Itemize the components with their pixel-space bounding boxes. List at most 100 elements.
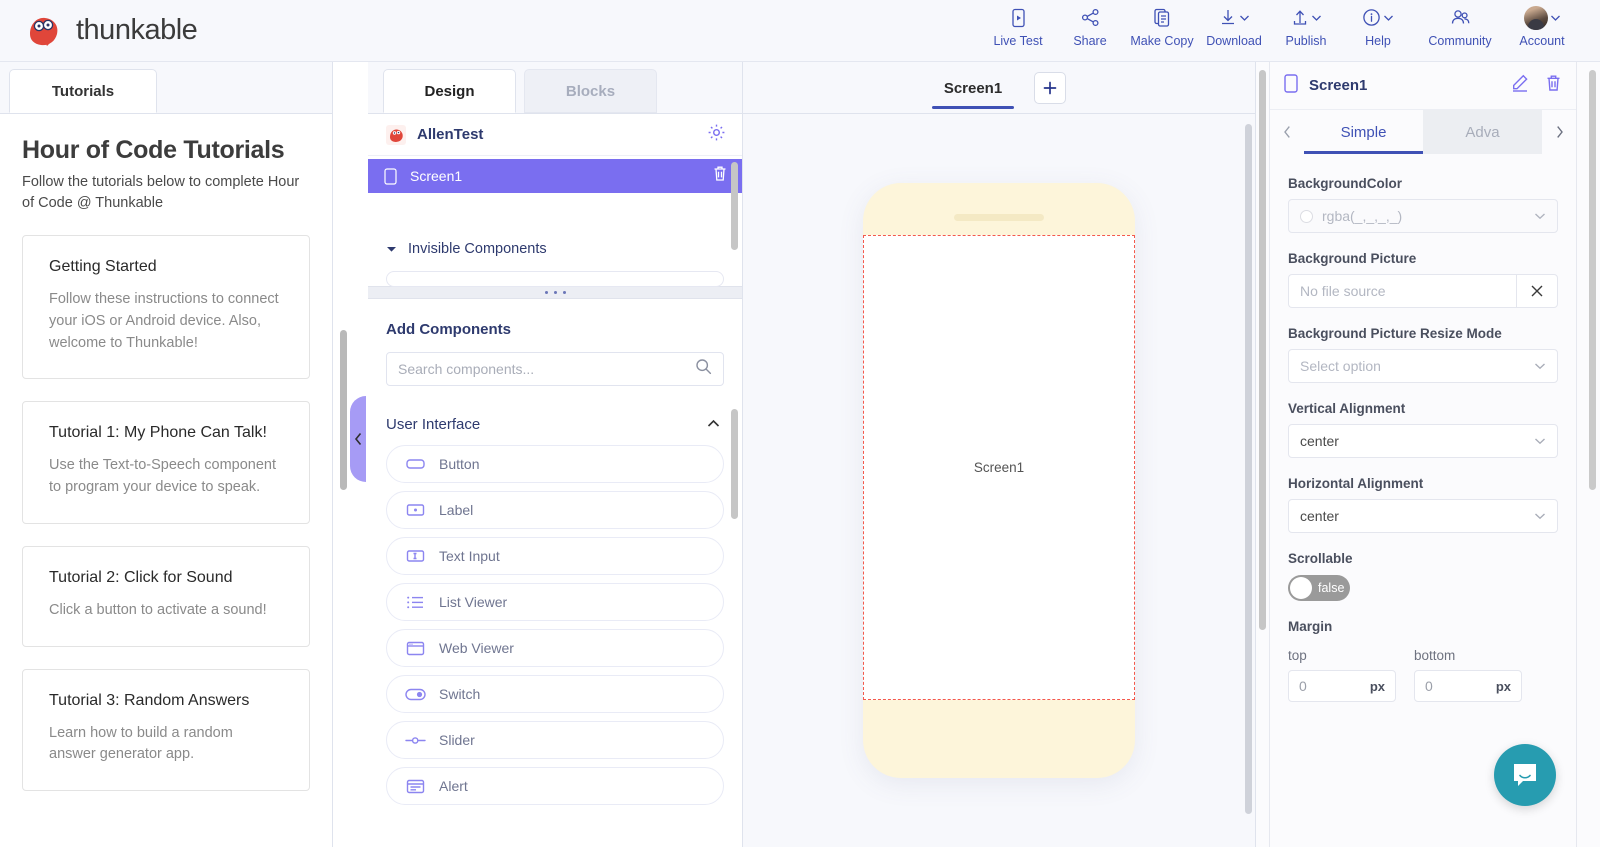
margin-bottom-input[interactable]: 0 px xyxy=(1414,670,1522,702)
color-swatch-icon xyxy=(1300,209,1313,223)
tab-advanced[interactable]: Adva xyxy=(1423,110,1542,154)
collapse-panel-handle[interactable] xyxy=(350,396,366,482)
component-item-switch[interactable]: Switch xyxy=(386,675,724,713)
phone-icon xyxy=(1284,73,1298,98)
properties-tabs: Simple Adva xyxy=(1270,110,1576,154)
component-item-button[interactable]: Button xyxy=(386,445,724,483)
toolbar-community[interactable]: Community xyxy=(1414,5,1506,48)
tutorial-card[interactable]: Getting Started Follow these instruction… xyxy=(22,235,310,380)
tree-scrollbar[interactable] xyxy=(731,162,738,250)
margin-bottom-value: 0 xyxy=(1425,678,1433,694)
invisible-components-toggle[interactable]: Invisible Components xyxy=(368,236,742,262)
phone-screen-area[interactable]: Screen1 xyxy=(863,235,1135,700)
component-item-label: Switch xyxy=(439,686,481,702)
properties-body: BackgroundColor rgba(_,_,_,_) Background… xyxy=(1270,154,1576,844)
component-item-label: Web Viewer xyxy=(439,640,514,656)
component-item-list-viewer[interactable]: List Viewer xyxy=(386,583,724,621)
scrollable-label: Scrollable xyxy=(1288,551,1353,566)
drag-dot-icon xyxy=(553,291,557,294)
toolbar-publish-label: Publish xyxy=(1285,33,1327,48)
delete-screen-icon[interactable] xyxy=(712,165,728,187)
component-item-text-input[interactable]: Text Input xyxy=(386,537,724,575)
component-item-slider[interactable]: Slider xyxy=(386,721,724,759)
project-row[interactable]: AllenTest xyxy=(368,114,742,156)
clear-background-picture-button[interactable] xyxy=(1516,274,1558,308)
tutorial-card-title: Tutorial 2: Click for Sound xyxy=(49,568,233,586)
component-item-label: Text Input xyxy=(439,548,500,564)
tab-blocks[interactable]: Blocks xyxy=(524,69,657,113)
brand-logo[interactable]: thunkable xyxy=(22,10,198,52)
search-components-box[interactable] xyxy=(386,352,724,386)
tutorial-card-title: Tutorial 1: My Phone Can Talk! xyxy=(49,424,267,442)
tutorial-card[interactable]: Tutorial 2: Click for Sound Click a butt… xyxy=(22,545,310,647)
toolbar-community-label: Community xyxy=(1428,33,1492,48)
margin-top-unit: px xyxy=(1369,678,1385,694)
toolbar-share[interactable]: Share xyxy=(1054,5,1126,48)
close-icon xyxy=(1531,285,1543,297)
brand-name: thunkable xyxy=(76,14,198,46)
add-components-section: Add Components User Interface Button xyxy=(368,299,742,839)
component-item-label: List Viewer xyxy=(439,594,508,610)
toolbar-make-copy[interactable]: Make Copy xyxy=(1126,5,1198,48)
toolbar-help[interactable]: Help xyxy=(1342,5,1414,48)
tab-tutorials[interactable]: Tutorials xyxy=(9,69,157,113)
margin-bottom-label: bottom xyxy=(1414,648,1456,663)
invisible-components-dropzone xyxy=(386,271,724,287)
button-icon xyxy=(404,457,426,471)
background-picture-field[interactable]: No file source xyxy=(1288,274,1558,308)
support-chat-button[interactable] xyxy=(1494,744,1556,806)
component-item-label: Slider xyxy=(439,732,475,748)
search-components-input[interactable] xyxy=(398,361,695,377)
screen-tab-screen1[interactable]: Screen1 xyxy=(931,66,1015,109)
tab-simple[interactable]: Simple xyxy=(1304,110,1423,154)
toolbar-publish[interactable]: Publish xyxy=(1270,5,1342,48)
toolbar-live-test[interactable]: Live Test xyxy=(982,5,1054,48)
thunkable-blob-logo-icon xyxy=(22,10,64,52)
toolbar-account[interactable]: Account xyxy=(1506,5,1578,48)
info-icon xyxy=(1362,8,1381,27)
toolbar-help-label: Help xyxy=(1365,33,1391,48)
text-input-icon xyxy=(404,549,426,563)
tab-design[interactable]: Design xyxy=(383,69,516,113)
margin-top-input[interactable]: 0 px xyxy=(1288,670,1396,702)
tree-item-screen1[interactable]: Screen1 xyxy=(368,159,742,193)
tabs-next-arrow[interactable] xyxy=(1542,110,1576,154)
invisible-components-label: Invisible Components xyxy=(408,241,547,257)
tutorial-card[interactable]: Tutorial 1: My Phone Can Talk! Use the T… xyxy=(22,401,310,524)
avatar-icon xyxy=(1523,5,1548,30)
vertical-alignment-select[interactable]: center xyxy=(1288,424,1558,458)
tutorial-card[interactable]: Tutorial 3: Random Answers Learn how to … xyxy=(22,668,310,792)
panel-drag-handle[interactable] xyxy=(368,286,742,299)
properties-inner-scrollbar[interactable] xyxy=(1589,70,1596,490)
gear-icon[interactable] xyxy=(707,123,726,147)
canvas-scrollbar[interactable] xyxy=(1245,124,1252,814)
properties-outer-scrollbar[interactable] xyxy=(1259,70,1266,630)
resize-mode-select[interactable]: Select option xyxy=(1288,349,1558,383)
edit-icon[interactable] xyxy=(1511,74,1529,97)
horizontal-alignment-select[interactable]: center xyxy=(1288,499,1558,533)
tutorials-title: Hour of Code Tutorials xyxy=(22,136,285,164)
scrollable-toggle[interactable]: false xyxy=(1288,575,1350,601)
background-picture-value-wrap[interactable]: No file source xyxy=(1288,274,1516,308)
top-bar: thunkable Live Test Share Make Copy Down… xyxy=(0,0,1600,62)
drag-dot-icon xyxy=(562,291,566,294)
toolbar-live-test-label: Live Test xyxy=(993,33,1043,48)
tabs-prev-arrow[interactable] xyxy=(1270,110,1304,154)
component-item-alert[interactable]: Alert xyxy=(386,767,724,805)
background-color-label: BackgroundColor xyxy=(1288,176,1403,191)
background-color-select[interactable]: rgba(_,_,_,_) xyxy=(1288,199,1558,233)
toolbar-account-label: Account xyxy=(1519,33,1565,48)
components-scrollbar[interactable] xyxy=(731,409,738,519)
tutorials-subtitle: Follow the tutorials below to complete H… xyxy=(22,174,300,211)
toolbar-download[interactable]: Download xyxy=(1198,5,1270,48)
component-item-web-viewer[interactable]: Web Viewer xyxy=(386,629,724,667)
phone-preview-canvas: Screen1 xyxy=(743,114,1255,847)
add-screen-button[interactable] xyxy=(1034,71,1067,104)
background-color-value: rgba(_,_,_,_) xyxy=(1322,208,1403,224)
section-user-interface[interactable]: User Interface xyxy=(368,409,742,439)
toolbar-make-copy-label: Make Copy xyxy=(1130,33,1194,48)
margin-bottom-unit: px xyxy=(1495,678,1511,694)
delete-icon[interactable] xyxy=(1545,74,1562,97)
tutorials-scrollbar[interactable] xyxy=(340,330,347,490)
component-item-label[interactable]: Label xyxy=(386,491,724,529)
